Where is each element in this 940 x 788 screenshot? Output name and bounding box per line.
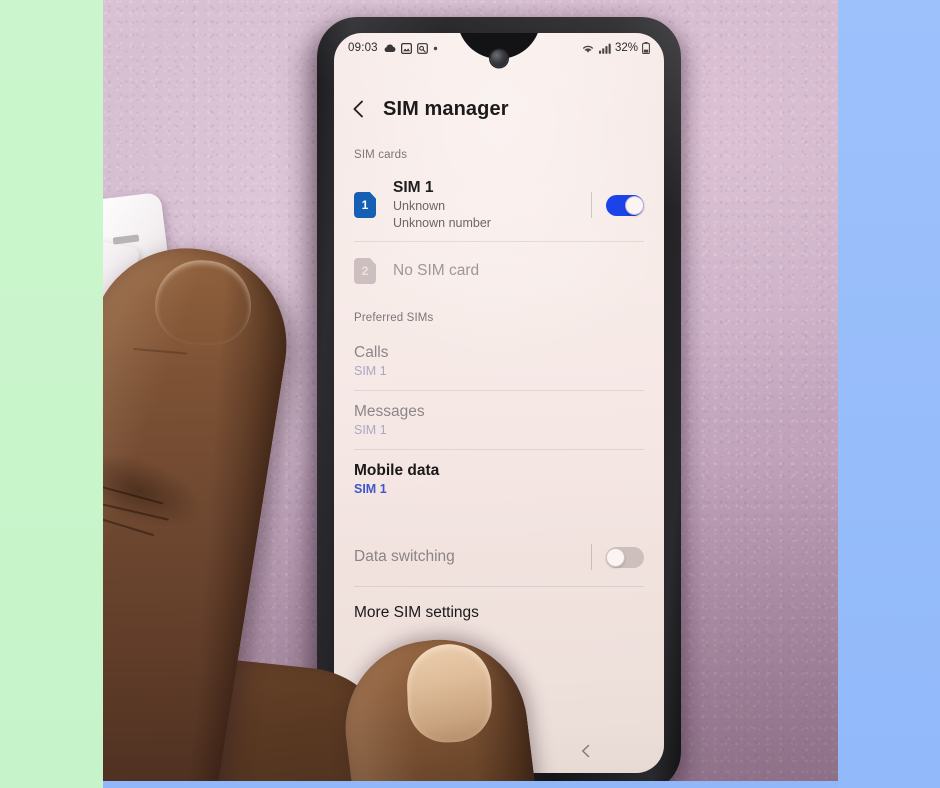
sim-1-number: Unknown number (393, 216, 491, 230)
sim-2-badge-icon: 2 (354, 258, 376, 284)
status-bar-right: 32% (581, 42, 650, 55)
data-switching-toggle[interactable] (606, 546, 644, 568)
sim-2-row: 2 No SIM card (334, 242, 664, 300)
back-button[interactable] (348, 98, 370, 120)
preferred-messages-value: SIM 1 (354, 423, 387, 437)
preferred-calls-value: SIM 1 (354, 364, 387, 378)
thumbnail (405, 642, 494, 744)
dot-indicator-icon (433, 46, 438, 51)
data-switching-divider (591, 544, 592, 570)
sim-1-badge-icon: 1 (354, 192, 376, 218)
preferred-calls-label: Calls (354, 344, 389, 361)
fingernail (153, 258, 253, 347)
signal-bars-icon (598, 43, 611, 54)
status-bar-left: 09:03 (348, 42, 438, 54)
battery-percent: 32% (614, 42, 638, 54)
data-switching-label: Data switching (354, 548, 455, 565)
section-header-preferred-sims: Preferred SIMs (354, 312, 434, 324)
cloud-icon (383, 43, 396, 53)
preferred-mobile-data-label: Mobile data (354, 462, 440, 479)
sim-1-divider (591, 192, 592, 218)
nav-back-chevron-icon[interactable] (578, 743, 594, 759)
status-time: 09:03 (348, 42, 378, 54)
data-switching-row[interactable]: Data switching (334, 528, 664, 586)
app-bar: SIM manager (334, 85, 664, 133)
sim-1-row[interactable]: 1 SIM 1 Unknown Unknown number (334, 169, 664, 241)
more-sim-settings-row[interactable]: More SIM settings (334, 587, 664, 639)
right-color-band (838, 0, 940, 788)
bottom-color-band (103, 781, 838, 788)
section-header-sim-cards: SIM cards (354, 149, 408, 161)
preferred-messages-row[interactable]: Messages SIM 1 (334, 391, 664, 449)
sim-1-title: SIM 1 (393, 179, 434, 196)
preferred-mobile-data-value: SIM 1 (354, 482, 387, 496)
photo-region: 09:03 32% SIM manager SIM cards 1 SIM 1 … (103, 0, 838, 788)
more-sim-settings-label: More SIM settings (354, 604, 479, 621)
sim-1-text: SIM 1 Unknown Unknown number (393, 179, 591, 231)
page-title: SIM manager (383, 97, 509, 120)
screenshot-root: 09:03 32% SIM manager SIM cards 1 SIM 1 … (0, 0, 940, 788)
sim-1-carrier: Unknown (393, 199, 446, 213)
sim-2-badge-number: 2 (361, 264, 369, 278)
preferred-messages-label: Messages (354, 403, 425, 420)
preferred-mobile-data-row[interactable]: Mobile data SIM 1 (334, 450, 664, 508)
front-camera-icon (490, 50, 508, 67)
screenshot-icon (416, 42, 428, 54)
gallery-icon (400, 42, 412, 54)
wifi-icon (581, 43, 595, 54)
battery-icon (642, 42, 650, 55)
preferred-calls-row[interactable]: Calls SIM 1 (334, 332, 664, 390)
sim-1-toggle[interactable] (606, 194, 644, 216)
sim-2-label: No SIM card (393, 262, 480, 279)
left-color-band (0, 0, 103, 788)
sim-1-badge-number: 1 (361, 198, 369, 212)
